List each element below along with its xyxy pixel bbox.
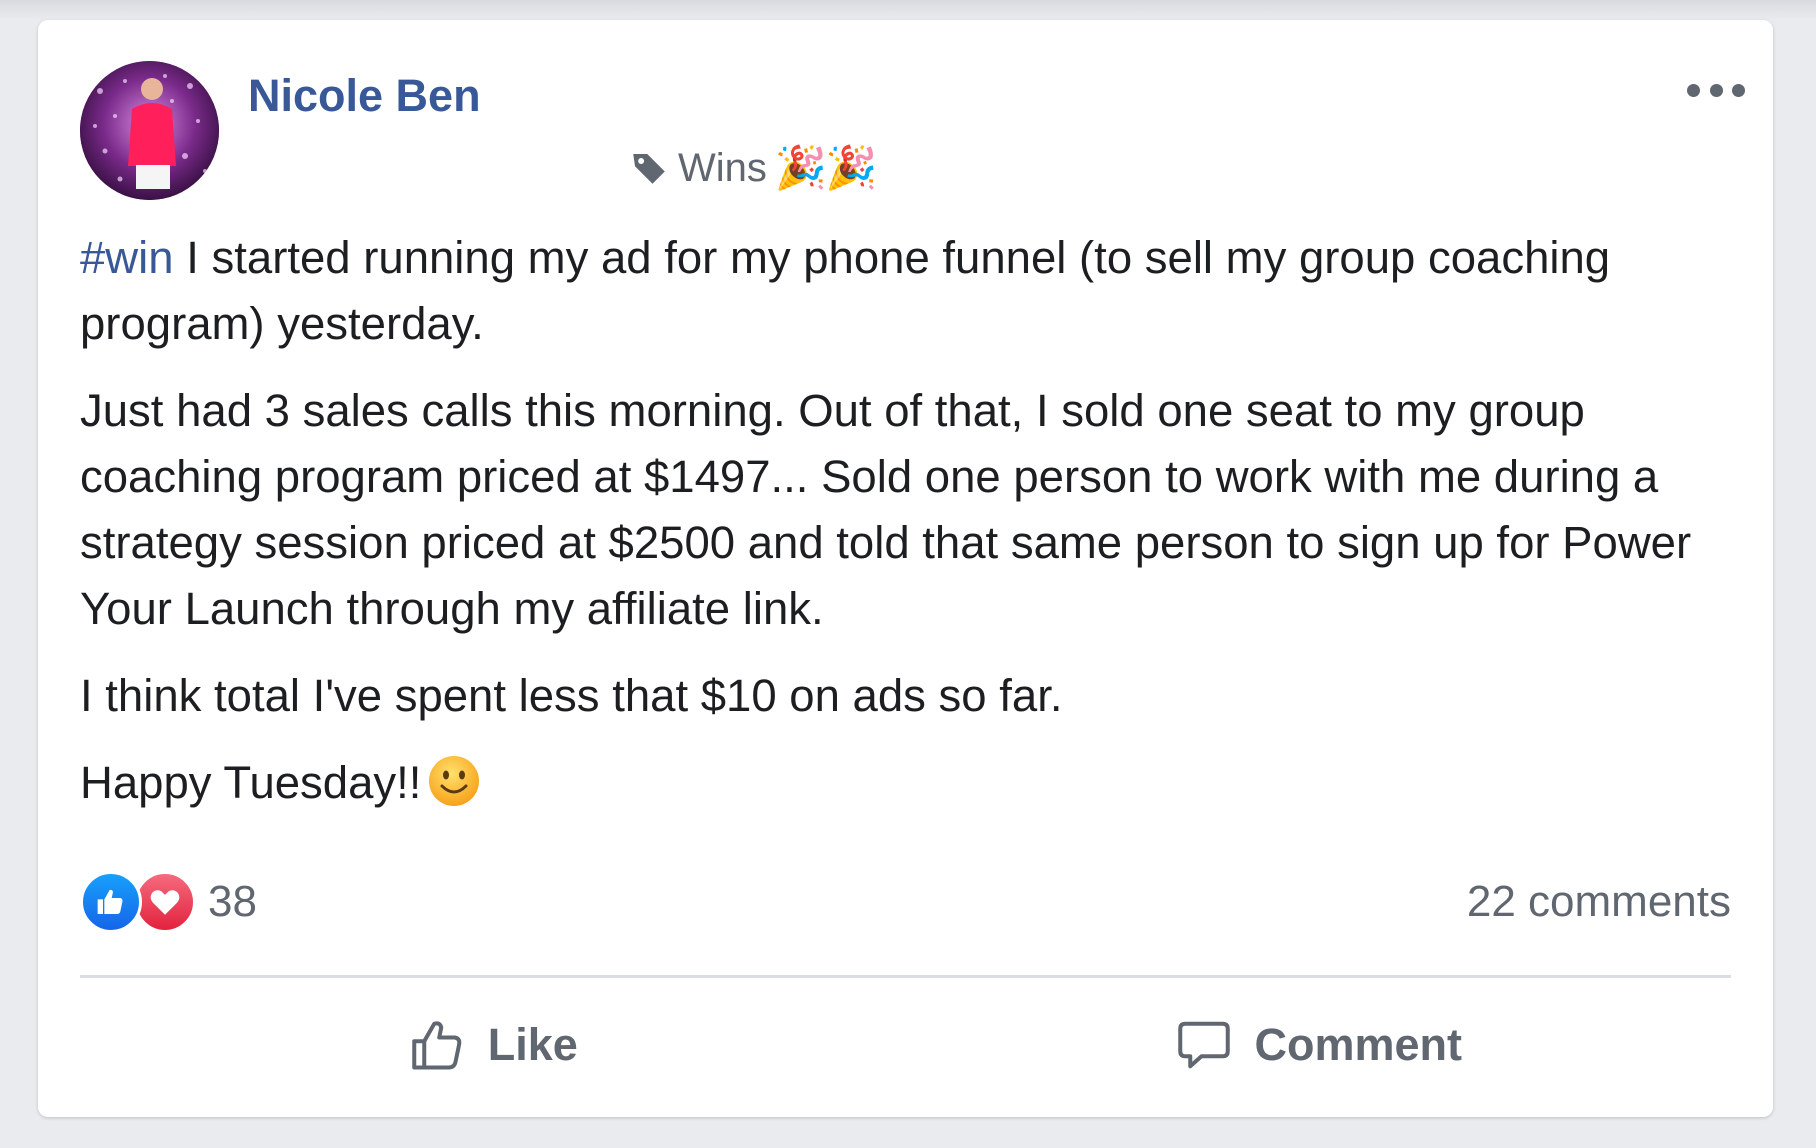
topic-label: Wins bbox=[678, 145, 767, 190]
comments-count-link[interactable]: 22 comments bbox=[1467, 870, 1731, 934]
post-body: #win I started running my ad for my phon… bbox=[80, 225, 1740, 837]
like-button[interactable]: Like bbox=[80, 995, 906, 1095]
thumbs-up-icon bbox=[411, 1021, 462, 1070]
more-options-icon[interactable] bbox=[1687, 80, 1745, 100]
post-paragraph-1: #win I started running my ad for my phon… bbox=[80, 225, 1740, 357]
reactions-summary[interactable]: 38 bbox=[80, 870, 257, 934]
page-top-shade bbox=[0, 0, 1816, 20]
love-reaction-icon bbox=[134, 871, 196, 933]
topic-tag[interactable]: Wins 🎉🎉 bbox=[628, 138, 878, 198]
post-paragraph-4-text: Happy Tuesday!! bbox=[80, 757, 422, 808]
post-paragraph-2: Just had 3 sales calls this morning. Out… bbox=[80, 385, 1692, 634]
tag-icon bbox=[628, 147, 670, 189]
author-name[interactable]: Nicole Ben bbox=[248, 70, 481, 122]
author-avatar[interactable] bbox=[80, 61, 219, 200]
post-card: Nicole Ben Wins 🎉🎉 #win I started runnin… bbox=[38, 20, 1773, 1117]
post-actions: Like Comment bbox=[80, 995, 1731, 1095]
like-button-label: Like bbox=[487, 1019, 578, 1070]
comment-button[interactable]: Comment bbox=[906, 995, 1732, 1095]
reaction-count: 38 bbox=[208, 877, 257, 926]
smiley-emoji bbox=[427, 754, 481, 808]
post-paragraph-4: Happy Tuesday!! bbox=[80, 750, 1740, 816]
actions-divider bbox=[80, 975, 1731, 978]
post-paragraph-1-text: I started running my ad for my phone fun… bbox=[80, 232, 1611, 349]
post-paragraph-3: I think total I've spent less that $10 o… bbox=[80, 670, 1063, 721]
comment-bubble-icon bbox=[1178, 1021, 1231, 1069]
comment-button-label: Comment bbox=[1254, 1019, 1462, 1070]
hashtag-link[interactable]: #win bbox=[80, 232, 174, 283]
party-popper-emoji: 🎉🎉 bbox=[774, 143, 878, 191]
like-reaction-icon bbox=[80, 871, 142, 933]
